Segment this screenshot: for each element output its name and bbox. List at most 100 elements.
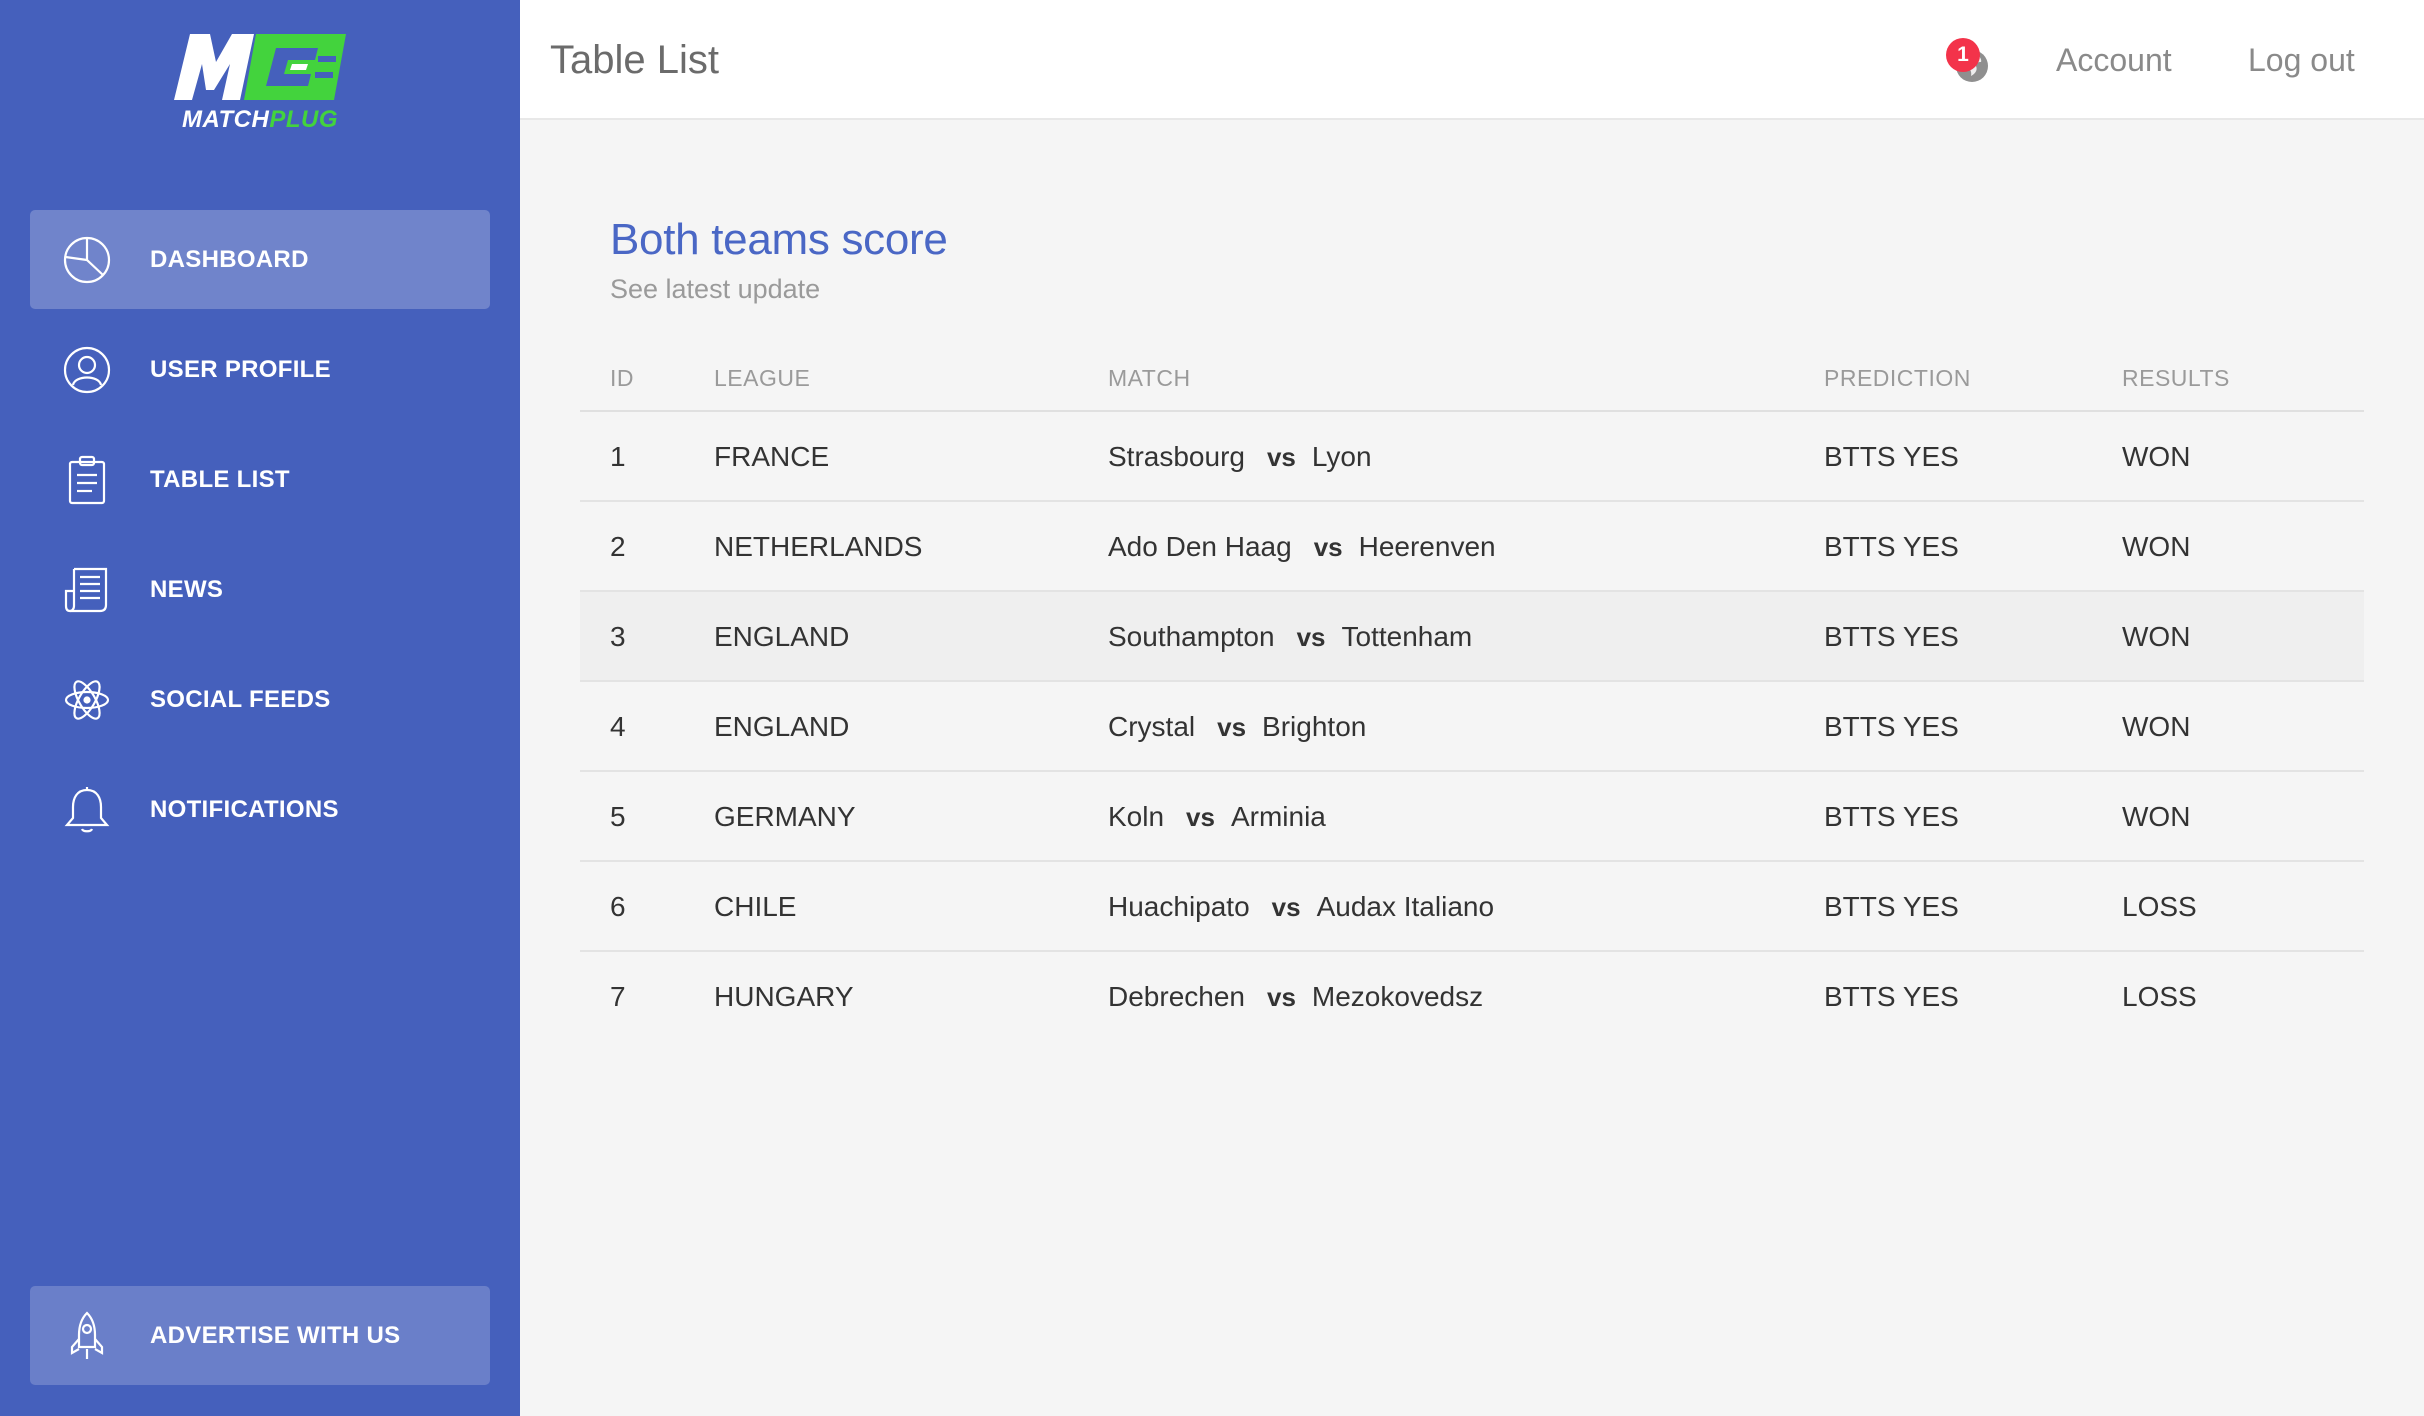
cell-prediction: BTTS YES (1824, 531, 1959, 562)
account-link[interactable]: Account (2056, 0, 2172, 120)
cell-league: ENGLAND (714, 621, 850, 652)
notification-count-badge: 1 (1946, 38, 1980, 72)
cell-result: WON (2122, 441, 2191, 472)
logo-wordmark: MATCHPLUG (170, 106, 350, 134)
sidebar-item-social-feeds[interactable]: SOCIAL FEEDS (30, 650, 490, 749)
cell-prediction: BTTS YES (1824, 621, 1959, 652)
table-row: 1 FRANCE Strasbourg vs Lyon BTTS YES WON (580, 412, 2364, 502)
away-team: Arminia (1230, 801, 1326, 832)
table-row: 2 NETHERLANDS Ado Den Haag vs Heerenven BT… (580, 502, 2364, 592)
away-team: Audax Italiano (1316, 891, 1495, 922)
home-team: Huachipato (1108, 891, 1250, 922)
cell-prediction: BTTS YES (1824, 801, 1959, 832)
sidebar-item-label: NEWS (150, 576, 224, 603)
logo-word-plug: PLUG (269, 106, 339, 133)
vs-label: vs (1296, 622, 1326, 652)
column-header-results: RESULTS (2122, 365, 2230, 391)
cell-league: GERMANY (714, 801, 856, 832)
cell-id: 6 (610, 891, 626, 922)
sidebar-item-dashboard[interactable]: DASHBOARD (30, 210, 490, 309)
dashboard-pie-icon (62, 235, 112, 285)
home-team: Strasbourg (1108, 441, 1245, 472)
top-header: Table List 1 Account Log out (520, 0, 2424, 120)
cell-id: 4 (610, 711, 626, 742)
logout-link[interactable]: Log out (2248, 0, 2355, 120)
vs-label: vs (1217, 712, 1247, 742)
sidebar-item-table-list[interactable]: TABLE LIST (30, 430, 490, 529)
newspaper-icon (62, 565, 112, 615)
sidebar-item-label: DASHBOARD (150, 246, 309, 273)
atom-icon (62, 675, 112, 725)
notifications-button[interactable]: 1 (1932, 38, 1990, 88)
vs-label: vs (1186, 802, 1215, 832)
main-content: Both teams score See latest update ID LE… (520, 120, 2424, 1416)
column-header-id: ID (610, 365, 634, 391)
cell-match: Ado Den Haag vs Heerenven (1108, 502, 1496, 592)
cell-id: 5 (610, 801, 626, 832)
home-team: Koln (1108, 801, 1165, 832)
home-team: Crystal (1108, 711, 1196, 742)
card-subtitle: See latest update (610, 274, 821, 304)
away-team: Brighton (1262, 711, 1367, 742)
sidebar-item-news[interactable]: NEWS (30, 540, 490, 639)
card-title: Both teams score (610, 215, 948, 264)
advertise-label: ADVERTISE WITH US (150, 1322, 401, 1349)
cell-match: Strasbourg vs Lyon (1108, 412, 1372, 502)
sidebar-item-label: TABLE LIST (150, 466, 290, 493)
cell-league: HUNGARY (714, 981, 854, 1012)
sidebar-item-label: USER PROFILE (150, 356, 331, 383)
cell-result: LOSS (2122, 891, 2197, 922)
user-icon (62, 345, 112, 395)
cell-prediction: BTTS YES (1824, 891, 1959, 922)
matchplug-logo[interactable]: MATCHPLUG (168, 28, 352, 136)
away-team: Mezokovedsz (1311, 981, 1484, 1012)
cell-result: WON (2122, 531, 2191, 562)
away-team: Tottenham (1341, 621, 1473, 652)
cell-result: WON (2122, 801, 2191, 832)
sidebar-item-label: NOTIFICATIONS (150, 796, 339, 823)
home-team: Southampton (1108, 621, 1275, 652)
cell-result: WON (2122, 621, 2191, 652)
cell-result: LOSS (2122, 981, 2197, 1012)
sidebar: MATCHPLUG DASHBOARD USER PROFILE TABLE L… (0, 0, 520, 1416)
logo-word-match: MATCH (181, 106, 270, 133)
vs-label: vs (1313, 532, 1343, 562)
home-team: Debrechen (1108, 981, 1245, 1012)
sidebar-item-notifications[interactable]: NOTIFICATIONS (30, 760, 490, 859)
table-row: 4 ENGLAND Crystal vs Brighton BTTS YES WON (580, 682, 2364, 772)
sidebar-item-label: SOCIAL FEEDS (150, 686, 331, 713)
cell-league: FRANCE (714, 441, 830, 472)
table-row: 6 CHILE Huachipato vs Audax Italiano BTTS … (580, 862, 2364, 952)
column-header-prediction: PREDICTION (1824, 365, 1971, 391)
away-team: Heerenven (1358, 531, 1496, 562)
cell-id: 3 (610, 621, 626, 652)
rocket-icon (62, 1311, 112, 1361)
advertise-button[interactable]: ADVERTISE WITH US (30, 1286, 490, 1385)
bell-icon (62, 785, 112, 835)
column-header-league: LEAGUE (714, 365, 811, 391)
cell-league: CHILE (714, 891, 797, 922)
cell-league: ENGLAND (714, 711, 850, 742)
vs-label: vs (1271, 892, 1301, 922)
cell-match: Debrechen vs Mezokovedsz (1108, 952, 1483, 1042)
cell-id: 7 (610, 981, 626, 1012)
logo-mark-icon (174, 34, 346, 100)
cell-prediction: BTTS YES (1824, 441, 1959, 472)
home-team: Ado Den Haag (1108, 531, 1292, 562)
cell-match: Huachipato vs Audax Italiano (1108, 862, 1494, 952)
table-row: 3 ENGLAND Southampton vs Tottenham BTTS YE… (580, 592, 2364, 682)
predictions-table: ID LEAGUE MATCH PREDICTION RESULTS 1 FRA… (580, 352, 2364, 1042)
clipboard-icon (62, 455, 112, 505)
table-header: ID LEAGUE MATCH PREDICTION RESULTS (580, 352, 2364, 412)
cell-prediction: BTTS YES (1824, 711, 1959, 742)
cell-id: 2 (610, 531, 626, 562)
cell-match: Koln vs Arminia (1108, 772, 1326, 862)
app: MATCHPLUG DASHBOARD USER PROFILE TABLE L… (0, 0, 2424, 1416)
table-row: 5 GERMANY Koln vs Arminia BTTS YES WON (580, 772, 2364, 862)
vs-label: vs (1266, 982, 1296, 1012)
sidebar-item-user-profile[interactable]: USER PROFILE (30, 320, 490, 419)
away-team: Lyon (1311, 441, 1372, 472)
vs-label: vs (1266, 442, 1296, 472)
column-header-match: MATCH (1108, 365, 1191, 391)
cell-id: 1 (610, 441, 626, 472)
